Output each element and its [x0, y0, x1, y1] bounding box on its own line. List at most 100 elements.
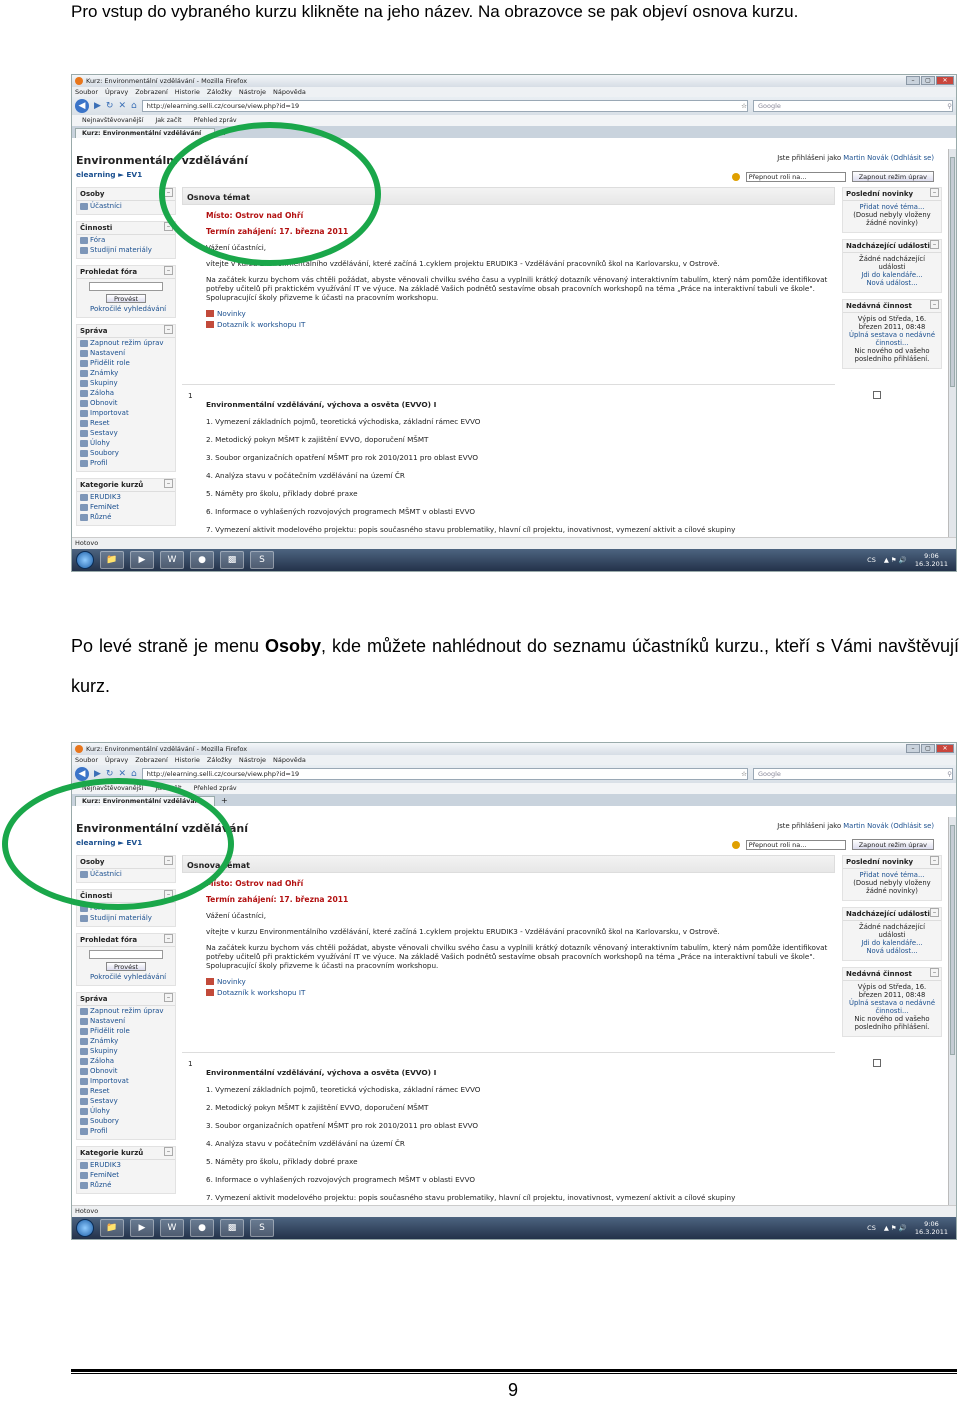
home-icon[interactable]: ⌂ [131, 769, 137, 779]
chart-app-icon[interactable]: ▩ [220, 1219, 244, 1237]
forum-search-input[interactable] [89, 282, 163, 291]
admin-item[interactable]: Známky [77, 1036, 175, 1046]
word-icon[interactable]: W [160, 1219, 184, 1237]
minimize-button[interactable]: – [906, 76, 920, 85]
admin-item[interactable]: Skupiny [77, 378, 175, 388]
menu-zobrazeni[interactable]: Zobrazení [135, 88, 168, 96]
category-item[interactable]: Různé [77, 1180, 175, 1190]
full-report-link[interactable]: Úplná sestava o nedávné činnosti... [849, 999, 935, 1015]
maximize-button[interactable]: ▢ [921, 744, 935, 753]
menu-zalozky[interactable]: Záložky [207, 756, 232, 764]
breadcrumb[interactable]: elearning ► EV1 [76, 838, 142, 847]
add-topic-link[interactable]: Přidat nové téma... [860, 203, 925, 211]
admin-item[interactable]: Nastavení [77, 348, 175, 358]
user-link[interactable]: Martin Novák [843, 154, 888, 162]
admin-item[interactable]: Záloha [77, 1056, 175, 1066]
reload-icon[interactable]: ↻ [106, 769, 114, 779]
skype-icon[interactable]: S [250, 1219, 274, 1237]
stop-icon[interactable]: ✕ [118, 101, 126, 111]
tray-icons[interactable]: ▲ ⚑ 🔊 [884, 1224, 907, 1232]
topic-item[interactable]: 1. Vymezení základních pojmů, teoretická… [206, 1085, 835, 1094]
star-icon[interactable]: ☆ [741, 101, 747, 111]
user-link[interactable]: Martin Novák [843, 822, 888, 830]
admin-item[interactable]: Obnovit [77, 398, 175, 408]
media-player-icon[interactable]: ▶ [130, 551, 154, 569]
edit-mode-button[interactable]: Zapnout režim úprav [851, 171, 934, 182]
admin-item[interactable]: Úlohy [77, 438, 175, 448]
news-forum-link[interactable]: Novinky [206, 977, 835, 986]
admin-item[interactable]: Zapnout režim úprav [77, 1006, 175, 1016]
chart-app-icon[interactable]: ▩ [220, 551, 244, 569]
admin-item[interactable]: Reset [77, 418, 175, 428]
menu-soubor[interactable]: Soubor [75, 88, 98, 96]
tray-icons[interactable]: ▲ ⚑ 🔊 [884, 556, 907, 564]
bookmark-news[interactable]: Přehled zpráv [194, 117, 237, 124]
menu-historie[interactable]: Historie [175, 88, 200, 96]
forums-link[interactable]: Fóra [77, 235, 175, 245]
menu-soubor[interactable]: Soubor [75, 756, 98, 764]
role-select[interactable]: Přepnout roli na... [745, 839, 846, 850]
admin-item[interactable]: Reset [77, 1086, 175, 1096]
back-icon[interactable]: ◀ [75, 99, 89, 113]
admin-item[interactable]: Skupiny [77, 1046, 175, 1056]
topic-item[interactable]: 4. Analýza stavu v počátečním vzdělávání… [206, 1139, 835, 1148]
advanced-search-link[interactable]: Pokročilé vyhledávání [77, 304, 175, 314]
calendar-link[interactable]: Jdi do kalendáře... [861, 939, 922, 947]
maximize-button[interactable]: ▢ [921, 76, 935, 85]
close-button[interactable]: ✕ [936, 744, 954, 753]
course-title[interactable]: Environmentální vzdělávání [76, 822, 248, 835]
admin-item[interactable]: Importovat [77, 1076, 175, 1086]
tab-course[interactable]: Kurz: Environmentální vzdělávání [75, 796, 215, 806]
admin-item[interactable]: Známky [77, 368, 175, 378]
word-icon[interactable]: W [160, 551, 184, 569]
participants-link[interactable]: Účastníci [77, 869, 175, 879]
bookmark-news[interactable]: Přehled zpráv [194, 785, 237, 792]
logout-link[interactable]: (Odhlásit se) [891, 822, 934, 830]
category-item[interactable]: ERUDIK3 [77, 1160, 175, 1170]
admin-item[interactable]: Profil [77, 458, 175, 468]
forward-icon[interactable]: ▶ [94, 769, 101, 779]
admin-item[interactable]: Obnovit [77, 1066, 175, 1076]
new-tab-icon[interactable]: + [217, 128, 232, 138]
forum-search-input[interactable] [89, 950, 163, 959]
search-go-button[interactable]: Provést [106, 962, 146, 971]
tab-course[interactable]: Kurz: Environmentální vzdělávání [75, 128, 215, 138]
bookmark-most-visited[interactable]: Nejnavštěvovanější [82, 785, 143, 792]
skype-icon[interactable]: S [250, 551, 274, 569]
admin-item[interactable]: Profil [77, 1126, 175, 1136]
search-box[interactable]: Google ⚲ [753, 100, 953, 112]
admin-item[interactable]: Sestavy [77, 428, 175, 438]
clock[interactable]: 9:06 16.3.2011 [915, 552, 948, 568]
questionnaire-link[interactable]: Dotazník k workshopu IT [206, 988, 835, 997]
calendar-link[interactable]: Jdi do kalendáře... [861, 271, 922, 279]
search-go-button[interactable]: Provést [106, 294, 146, 303]
forums-link[interactable]: Fóra [77, 903, 175, 913]
advanced-search-link[interactable]: Pokročilé vyhledávání [77, 972, 175, 982]
admin-item[interactable]: Přidělit role [77, 1026, 175, 1036]
materials-link[interactable]: Studijní materiály [77, 245, 175, 255]
stop-icon[interactable]: ✕ [118, 769, 126, 779]
firefox-taskbar-icon[interactable]: ● [190, 551, 214, 569]
vertical-scrollbar[interactable] [948, 817, 956, 1205]
forward-icon[interactable]: ▶ [94, 101, 101, 111]
vertical-scrollbar[interactable] [948, 149, 956, 537]
materials-link[interactable]: Studijní materiály [77, 913, 175, 923]
admin-item[interactable]: Soubory [77, 448, 175, 458]
topic-item[interactable]: 6. Informace o vyhlašených rozvojových p… [206, 1175, 835, 1184]
start-button[interactable] [76, 551, 94, 569]
logout-link[interactable]: (Odhlásit se) [891, 154, 934, 162]
category-item[interactable]: FemiNet [77, 1170, 175, 1180]
url-bar[interactable]: http://elearning.selli.cz/course/view.ph… [141, 100, 748, 112]
edit-mode-button[interactable]: Zapnout režim úprav [851, 839, 934, 850]
topic-item[interactable]: 1. Vymezení základních pojmů, teoretická… [206, 417, 835, 426]
star-icon[interactable]: ☆ [741, 769, 747, 779]
menu-zalozky[interactable]: Záložky [207, 88, 232, 96]
bookmark-most-visited[interactable]: Nejnavštěvovanější [82, 117, 143, 124]
new-event-link[interactable]: Nová událost... [866, 947, 917, 955]
reload-icon[interactable]: ↻ [106, 101, 114, 111]
menu-napoveda[interactable]: Nápověda [273, 756, 306, 764]
admin-item[interactable]: Záloha [77, 388, 175, 398]
menu-nastroje[interactable]: Nástroje [239, 88, 266, 96]
course-title[interactable]: Environmentální vzdělávání [76, 154, 248, 167]
clock[interactable]: 9:06 16.3.2011 [915, 1220, 948, 1236]
